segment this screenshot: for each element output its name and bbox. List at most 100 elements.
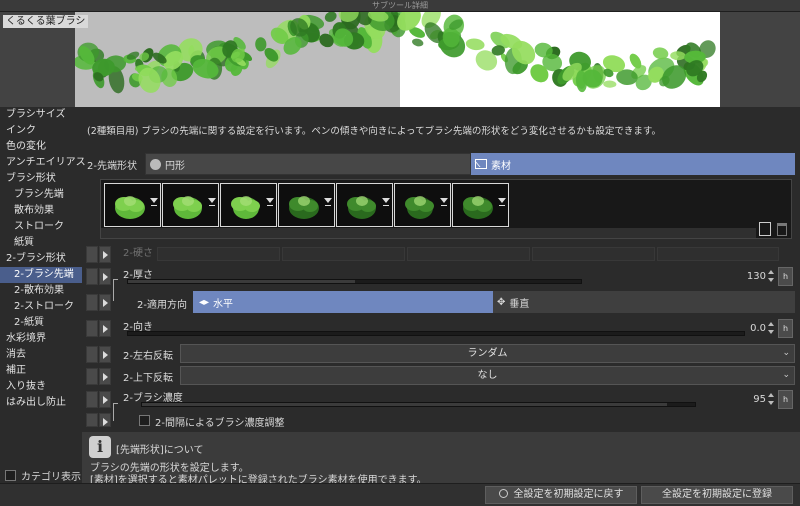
expand-arrow-icon[interactable]: [99, 346, 111, 363]
hardness-segment: [532, 247, 655, 261]
show-in-tool-property-toggle[interactable]: [86, 391, 98, 408]
category-item[interactable]: 2-ブラシ形状: [0, 251, 82, 267]
expand-arrow-icon[interactable]: [99, 391, 111, 408]
flip-vertical-dropdown[interactable]: なし ⌄: [180, 366, 795, 385]
brush-tip-thumbnail[interactable]: [162, 183, 219, 227]
category-item[interactable]: ブラシ先端: [0, 187, 82, 203]
leaf-mark: [603, 80, 617, 88]
leaf-mark: [324, 12, 337, 22]
vertical-arrows-icon: ✥: [497, 296, 506, 308]
delete-tip-icon[interactable]: [777, 223, 787, 236]
density-spinner[interactable]: [768, 393, 775, 405]
category-view-checkbox[interactable]: [5, 470, 16, 481]
dropdown-arrow-icon[interactable]: [208, 198, 216, 203]
brush-tip-thumbnail[interactable]: [278, 183, 335, 227]
category-item[interactable]: インク: [0, 123, 82, 139]
horizontal-arrows-icon: ◂▸: [199, 296, 210, 308]
apply-direction-vertical-option[interactable]: ✥ 垂直: [493, 291, 795, 313]
category-item[interactable]: 水彩境界: [0, 331, 82, 347]
register-default-label: 全設定を初期設定に登録: [662, 489, 772, 500]
spacing-density-row: 2-間隔によるブラシ濃度調整: [85, 413, 795, 429]
expand-arrow-icon[interactable]: [99, 246, 111, 263]
dropdown-arrow-icon[interactable]: [440, 198, 448, 203]
thickness-dynamics-button[interactable]: h: [778, 267, 793, 286]
brush-name: くるくる葉ブラシ: [3, 15, 89, 28]
reset-all-button[interactable]: 全設定を初期設定に戻す: [485, 486, 637, 504]
show-in-tool-property-toggle[interactable]: [86, 246, 98, 263]
category-item[interactable]: アンチエイリアス: [0, 155, 86, 171]
dropdown-line-icon: [325, 205, 331, 206]
dropdown-arrow-icon[interactable]: [498, 198, 506, 203]
category-item[interactable]: 2-ブラシ先端: [0, 267, 82, 283]
leaf-cluster-icon: [231, 196, 260, 219]
show-in-tool-property-toggle[interactable]: [86, 294, 98, 311]
register-default-button[interactable]: 全設定を初期設定に登録: [641, 486, 793, 504]
category-list: ブラシサイズ インク 色の変化 アンチエイリアス ブラシ形状 ブラシ先端 散布効果 ストローク…: [0, 107, 86, 483]
show-in-tool-property-toggle[interactable]: [86, 346, 98, 363]
density-slider[interactable]: [141, 402, 696, 407]
flip-horizontal-dropdown[interactable]: ランダム ⌄: [180, 344, 795, 363]
expand-arrow-icon[interactable]: [99, 268, 111, 285]
direction-dynamics-button[interactable]: h: [778, 319, 793, 338]
leaf-cluster-icon: [115, 196, 145, 219]
help-title: [先端形状]について: [116, 445, 204, 456]
tip-shape-label: 2-先端形状: [87, 161, 137, 172]
brush-tip-thumbnail[interactable]: [394, 183, 451, 227]
direction-spinner[interactable]: [768, 322, 775, 334]
expand-arrow-icon[interactable]: [99, 368, 111, 385]
help-panel: i [先端形状]について ブラシの先端の形状を設定します。 [素材]を選択すると…: [82, 432, 800, 486]
chevron-down-icon: ⌄: [782, 370, 790, 380]
show-in-tool-property-toggle[interactable]: [86, 268, 98, 285]
category-item[interactable]: ストローク: [0, 219, 82, 235]
category-item[interactable]: 2-紙質: [0, 315, 82, 331]
show-in-tool-property-toggle[interactable]: [86, 413, 98, 427]
brush-tip-thumbnail[interactable]: [452, 183, 509, 227]
apply-direction-label: 2-適用方向: [137, 300, 187, 311]
show-in-tool-property-toggle[interactable]: [86, 320, 98, 337]
brush-preview: くるくる葉ブラシ: [0, 12, 800, 107]
spacing-density-checkbox[interactable]: [139, 415, 150, 426]
category-item[interactable]: 散布効果: [0, 203, 82, 219]
thickness-value[interactable]: 130: [736, 271, 766, 282]
category-view-toggle[interactable]: カテゴリ表示: [5, 468, 81, 483]
brush-tip-thumbnail[interactable]: [220, 183, 277, 227]
tip-list-scrollbar[interactable]: [101, 228, 756, 238]
thickness-slider[interactable]: [127, 279, 582, 284]
category-item[interactable]: 消去: [0, 347, 82, 363]
leaf-cluster-icon: [405, 196, 434, 219]
dropdown-arrow-icon[interactable]: [266, 198, 274, 203]
leaf-mark: [255, 37, 267, 52]
leaf-cluster-icon: [289, 196, 319, 219]
leaf-cluster-icon: [347, 196, 376, 219]
dropdown-arrow-icon[interactable]: [382, 198, 390, 203]
add-tip-icon[interactable]: [759, 222, 771, 236]
category-item[interactable]: 色の変化: [0, 139, 82, 155]
expand-arrow-icon[interactable]: [99, 320, 111, 337]
category-item[interactable]: ブラシ形状: [0, 171, 82, 187]
dropdown-line-icon: [383, 205, 389, 206]
category-item[interactable]: 紙質: [0, 235, 82, 251]
tip-shape-circle-option[interactable]: 円形: [145, 153, 471, 175]
direction-value[interactable]: 0.0: [736, 323, 766, 334]
apply-direction-horizontal-option[interactable]: ◂▸ 水平: [193, 291, 493, 313]
expand-arrow-icon[interactable]: [99, 294, 111, 311]
category-item[interactable]: 2-ストローク: [0, 299, 82, 315]
dropdown-arrow-icon[interactable]: [150, 198, 158, 203]
brush-tip-thumbnail[interactable]: [104, 183, 161, 227]
density-value[interactable]: 95: [736, 394, 766, 405]
tip-shape-material-option[interactable]: 素材: [471, 153, 795, 175]
category-item[interactable]: 2-散布効果: [0, 283, 82, 299]
category-item[interactable]: 補正: [0, 363, 82, 379]
category-item[interactable]: 入り抜き: [0, 379, 82, 395]
density-dynamics-button[interactable]: h: [778, 390, 793, 409]
spacing-density-label: 2-間隔によるブラシ濃度調整: [155, 418, 285, 429]
thickness-spinner[interactable]: [768, 270, 775, 282]
show-in-tool-property-toggle[interactable]: [86, 368, 98, 385]
category-item[interactable]: はみ出し防止: [0, 395, 82, 411]
brush-tip-thumbnail[interactable]: [336, 183, 393, 227]
category-item[interactable]: ブラシサイズ: [0, 107, 82, 123]
direction-slider[interactable]: [127, 331, 745, 336]
expand-arrow-icon[interactable]: [99, 413, 111, 427]
hardness-label: 2-硬さ: [123, 248, 153, 259]
dropdown-arrow-icon[interactable]: [324, 198, 332, 203]
